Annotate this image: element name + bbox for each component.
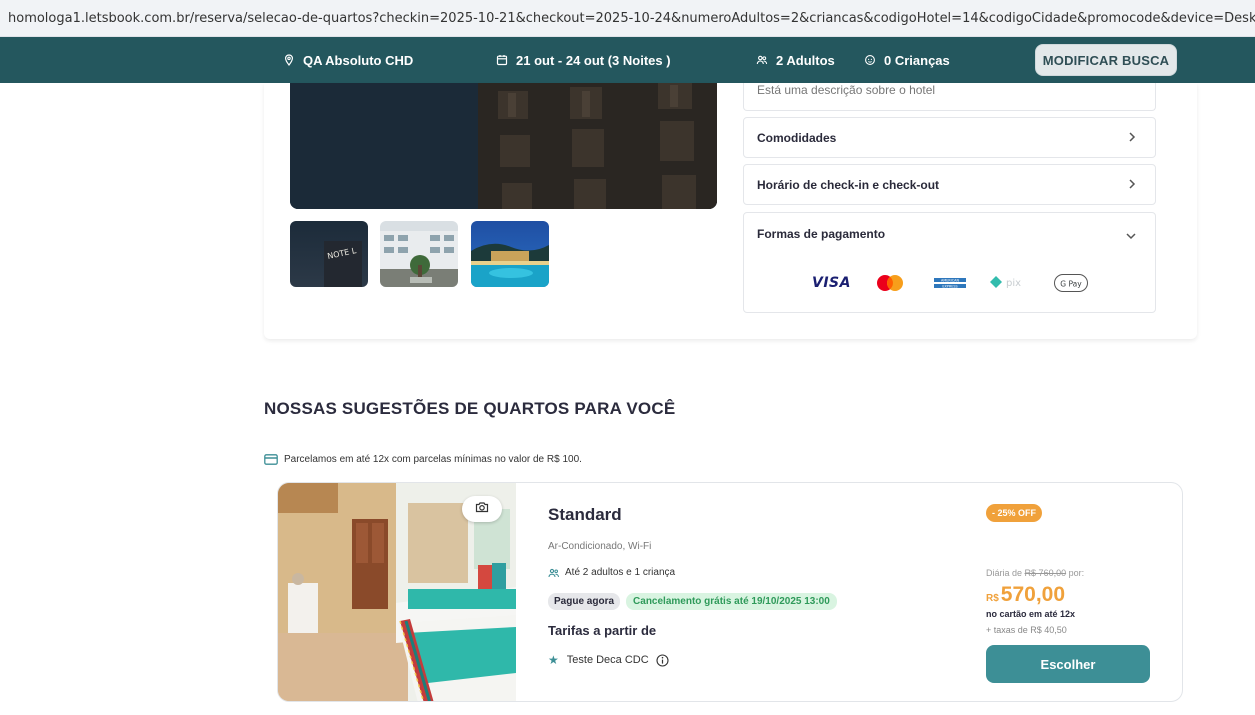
chevron-down-icon	[1125, 228, 1137, 246]
room-suggestions-title: NOSSAS SUGESTÕES DE QUARTOS PARA VOCÊ	[264, 399, 676, 418]
accordion-payment-label: Formas de pagamento	[757, 227, 886, 241]
room-badges: Pague agora Cancelamento grátis até 19/1…	[548, 593, 837, 610]
gallery-thumb-pool[interactable]	[471, 221, 549, 287]
room-capacity-text: Até 2 adultos e 1 criança	[565, 567, 676, 578]
camera-icon	[475, 500, 489, 518]
calendar-icon	[496, 54, 508, 66]
svg-text:G Pay: G Pay	[1060, 279, 1082, 288]
old-price: R$ 760,00	[1024, 568, 1067, 578]
room-card-standard: Standard Ar-Condicionado, Wi-Fi Até 2 ad…	[277, 482, 1183, 702]
chevron-right-icon	[1127, 131, 1137, 146]
search-dates-label: 21 out - 24 out (3 Noites )	[516, 52, 671, 68]
photo-gallery-button[interactable]	[462, 496, 502, 522]
price-currency: R$	[986, 593, 999, 604]
credit-card-icon	[264, 454, 278, 465]
info-icon[interactable]	[656, 653, 669, 667]
daily-prefix: Diária de	[986, 568, 1023, 578]
room-capacity: Até 2 adultos e 1 criança	[548, 567, 675, 578]
hotel-description: Está uma descrição sobre o hotel	[757, 83, 936, 97]
rate-name: Teste Deca CDC	[566, 654, 649, 666]
mastercard-logo-icon	[874, 271, 906, 295]
google-pay-logo-icon: G Pay	[1054, 271, 1088, 295]
amex-logo-icon: AMERICAN EXPRESS	[933, 271, 967, 295]
daily-suffix: por:	[1068, 568, 1085, 578]
child-face-icon	[864, 54, 876, 66]
star-icon: ★	[548, 653, 559, 667]
card-installment-note: no cartão em até 12x	[986, 609, 1076, 619]
people-icon	[756, 54, 768, 66]
hotel-description-panel: Está uma descrição sobre o hotel	[743, 83, 1156, 111]
search-adults: 2 Adultos	[756, 37, 835, 83]
current-price: R$ 570,00	[986, 583, 1065, 607]
daily-price-line: Diária de R$ 760,00 por:	[986, 568, 1084, 578]
taxes-note: + taxas de R$ 40,50	[986, 625, 1067, 635]
svg-text:AMERICAN: AMERICAN	[941, 279, 959, 283]
search-children: 0 Crianças	[864, 37, 950, 83]
browser-url-bar[interactable]: homologa1.letsbook.com.br/reserva/seleca…	[0, 0, 1255, 37]
gallery-thumb-courtyard[interactable]	[380, 221, 458, 287]
search-summary-bar: QA Absoluto CHD 21 out - 24 out (3 Noite…	[0, 37, 1255, 83]
gallery-thumb-hotel-sign[interactable]: NOTE L	[290, 221, 368, 287]
installments-note: Parcelamos em até 12x com parcelas mínim…	[264, 454, 582, 465]
search-hotel-label: QA Absoluto CHD	[303, 52, 414, 68]
pay-now-badge: Pague agora	[548, 593, 621, 610]
modify-search-button[interactable]: MODIFICAR BUSCA	[1035, 44, 1177, 76]
accordion-checkin-hours[interactable]: Horário de check-in e check-out	[743, 164, 1156, 205]
installments-note-text: Parcelamos em até 12x com parcelas mínim…	[284, 454, 582, 465]
search-adults-label: 2 Adultos	[776, 52, 835, 68]
hotel-main-photo[interactable]	[290, 83, 717, 209]
accordion-checkin-label: Horário de check-in e check-out	[757, 177, 940, 192]
pix-logo-icon: pix	[989, 271, 1031, 295]
price-amount: 570,00	[1000, 583, 1066, 606]
free-cancellation-badge: Cancelamento grátis até 19/10/2025 13:00	[626, 593, 837, 610]
accordion-amenities[interactable]: Comodidades	[743, 117, 1156, 158]
payment-logos: VISA AMERICAN EXPRESS pix G Pay	[744, 271, 1155, 295]
visa-logo-icon: VISA	[812, 275, 851, 291]
svg-text:pix: pix	[1006, 278, 1021, 289]
chevron-right-icon	[1127, 178, 1137, 193]
search-children-label: 0 Crianças	[884, 52, 950, 68]
accordion-amenities-label: Comodidades	[757, 130, 837, 145]
accordion-payment-methods[interactable]: Formas de pagamento VISA AMERICAN EXPRESS…	[743, 212, 1156, 313]
choose-room-button[interactable]: Escolher	[986, 645, 1150, 683]
search-hotel: QA Absoluto CHD	[283, 37, 413, 83]
rates-title: Tarifas a partir de	[548, 623, 657, 638]
rate-item[interactable]: ★ Teste Deca CDC	[548, 653, 669, 667]
location-pin-icon	[283, 54, 295, 66]
room-amenities: Ar-Condicionado, Wi-Fi	[548, 541, 652, 552]
discount-badge: - 25% OFF	[986, 504, 1043, 522]
room-name: Standard	[548, 505, 622, 524]
search-dates: 21 out - 24 out (3 Noites )	[496, 37, 671, 83]
room-photo[interactable]	[278, 483, 516, 701]
people-icon	[548, 568, 560, 578]
svg-text:EXPRESS: EXPRESS	[942, 285, 957, 289]
